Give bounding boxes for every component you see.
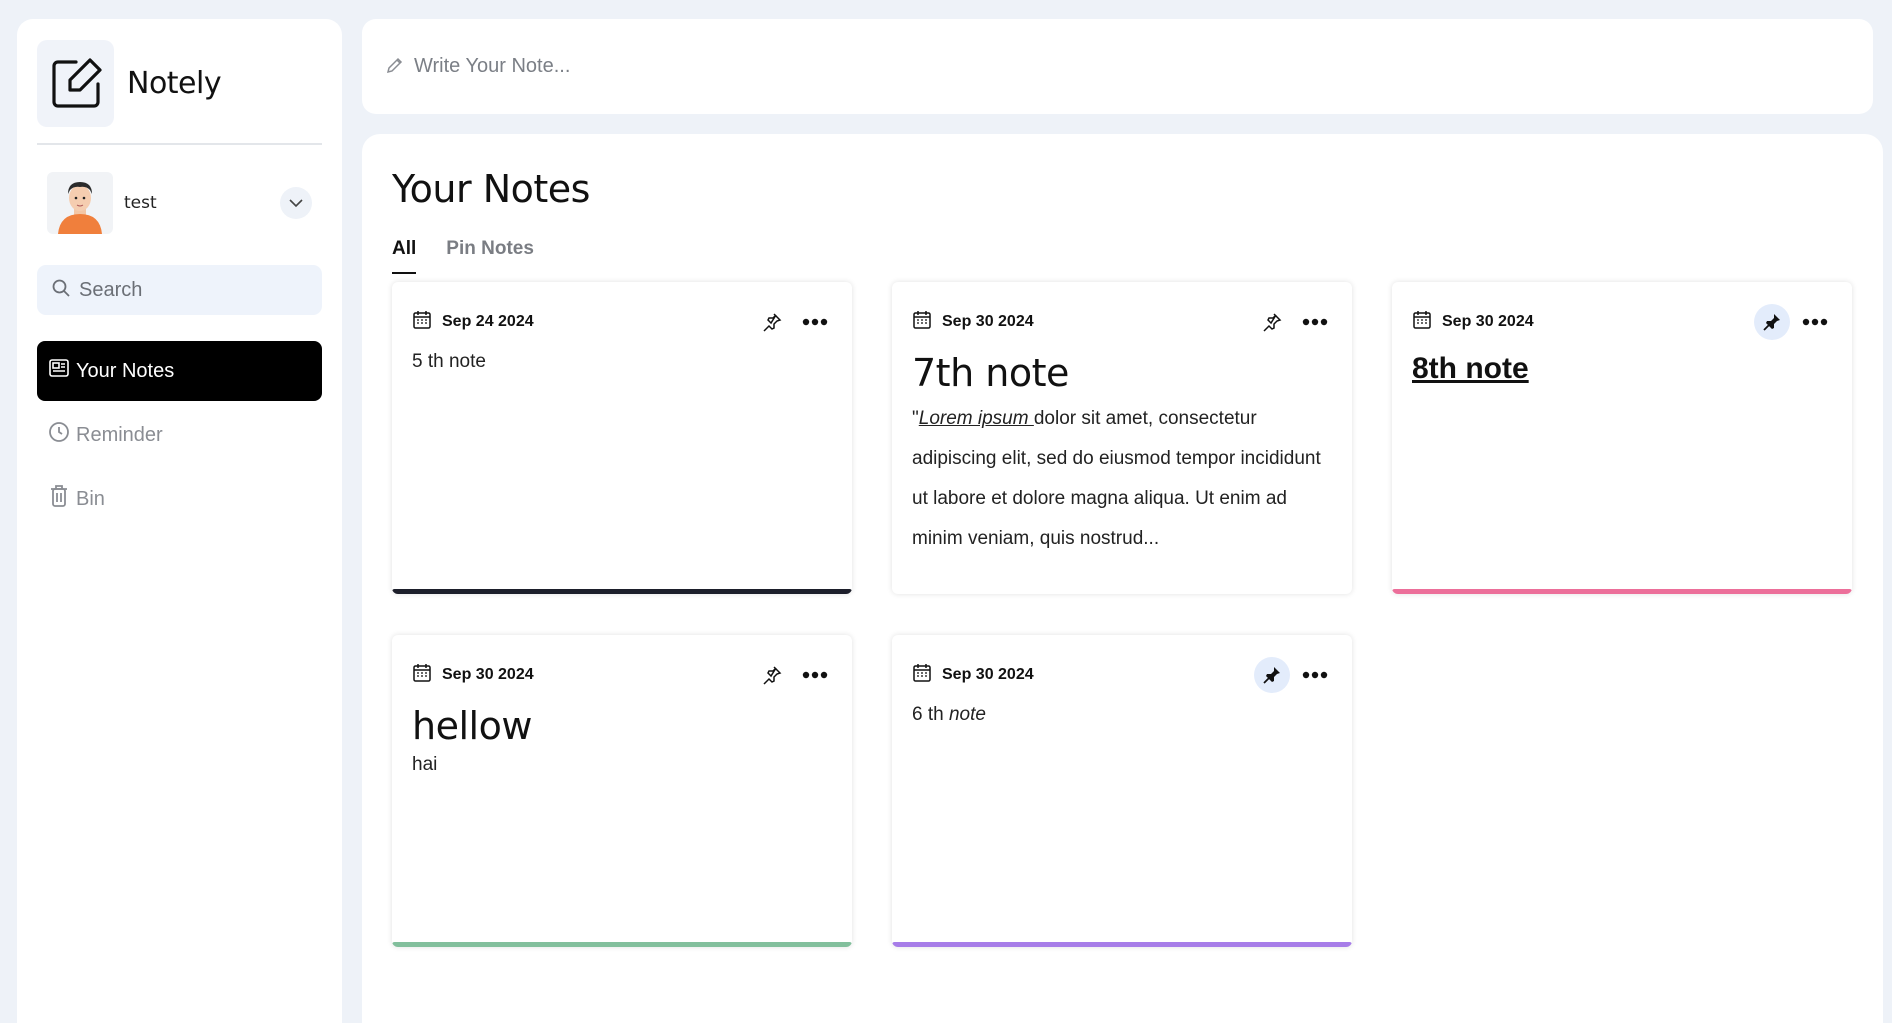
note-body: hai: [412, 754, 438, 775]
sidebar-item-label: Reminder: [76, 423, 163, 446]
note-heading: 7th note: [912, 351, 1069, 395]
note-color-bar: [392, 589, 852, 594]
search-input[interactable]: [79, 278, 309, 302]
calendar-icon: [412, 663, 432, 687]
tab-pin-notes[interactable]: Pin Notes: [446, 238, 534, 268]
sidebar-item-your-notes[interactable]: Your Notes: [37, 341, 322, 401]
note-color-bar: [392, 942, 852, 947]
more-options-icon[interactable]: [798, 307, 832, 337]
calendar-icon: [412, 310, 432, 334]
trash-icon: [48, 484, 70, 514]
sidebar-item-label: Bin: [76, 487, 105, 510]
notes-tabs: All Pin Notes: [392, 238, 1853, 274]
pin-icon[interactable]: [1254, 304, 1290, 340]
note-card[interactable]: Sep 30 2024 8th note: [1392, 282, 1852, 594]
more-options-icon[interactable]: [1798, 307, 1832, 337]
calendar-icon: [1412, 310, 1432, 334]
pin-icon[interactable]: [754, 657, 790, 693]
pin-icon[interactable]: [1254, 657, 1290, 693]
note-date: Sep 30 2024: [442, 666, 534, 683]
search-icon: [51, 278, 71, 302]
note-body: 6 th note: [912, 704, 1332, 726]
compose-bar: [362, 19, 1873, 114]
more-options-icon[interactable]: [1298, 660, 1332, 690]
pin-icon[interactable]: [754, 304, 790, 340]
sidebar-item-reminder[interactable]: Reminder: [37, 405, 322, 465]
note-body: "Lorem ipsum dolor sit amet, consectetur…: [912, 399, 1332, 559]
note-card[interactable]: Sep 30 2024 7th note "Lorem ipsum dolor …: [892, 282, 1352, 594]
more-options-icon[interactable]: [1298, 307, 1332, 337]
search-box: [37, 265, 322, 315]
calendar-icon: [912, 310, 932, 334]
note-color-bar: [892, 942, 1352, 947]
notes-panel: Your Notes All Pin Notes Sep 24 2024 5 t…: [362, 134, 1883, 1023]
note-date: Sep 24 2024: [442, 313, 534, 330]
chevron-down-icon[interactable]: [280, 187, 312, 219]
brand-name: Notely: [127, 66, 222, 101]
note-text: 6 th: [912, 704, 949, 725]
note-input[interactable]: [414, 55, 1114, 78]
note-heading: hellow: [412, 704, 532, 748]
note-card[interactable]: Sep 30 2024 hellow hai: [392, 635, 852, 947]
user-menu[interactable]: test: [37, 172, 322, 234]
note-date: Sep 30 2024: [1442, 313, 1534, 330]
divider: [37, 143, 322, 145]
calendar-icon: [912, 663, 932, 687]
note-link[interactable]: Lorem ipsum: [919, 408, 1034, 429]
sidebar: Notely test Search Your Notes Reminder B…: [17, 19, 342, 1023]
sidebar-item-label: Your Notes: [76, 359, 175, 382]
pin-icon[interactable]: [1754, 304, 1790, 340]
clock-icon: [48, 421, 70, 449]
user-name: test: [124, 193, 157, 213]
tab-all[interactable]: All: [392, 238, 417, 274]
note-body: 5 th note: [412, 351, 486, 372]
note-card[interactable]: Sep 30 2024 6 th note: [892, 635, 1352, 947]
note-text: dolor sit amet, consectetur adipiscing e…: [912, 408, 1321, 549]
note-date: Sep 30 2024: [942, 313, 1034, 330]
note-date: Sep 30 2024: [942, 666, 1034, 683]
notes-icon: [48, 357, 70, 385]
avatar: [47, 172, 113, 234]
brand: Notely: [37, 40, 322, 127]
note-text-italic: note: [948, 704, 986, 725]
note-quote: ": [912, 408, 919, 429]
note-heading: 8th note: [1412, 352, 1529, 385]
edit-note-icon: [37, 40, 114, 127]
page-title: Your Notes: [392, 167, 590, 211]
sidebar-item-bin[interactable]: Bin: [37, 469, 322, 529]
sidebar-nav: Your Notes Reminder Bin: [37, 341, 322, 529]
note-color-bar: [1392, 589, 1852, 594]
pencil-icon: [386, 56, 404, 78]
note-card[interactable]: Sep 24 2024 5 th note: [392, 282, 852, 594]
more-options-icon[interactable]: [798, 660, 832, 690]
